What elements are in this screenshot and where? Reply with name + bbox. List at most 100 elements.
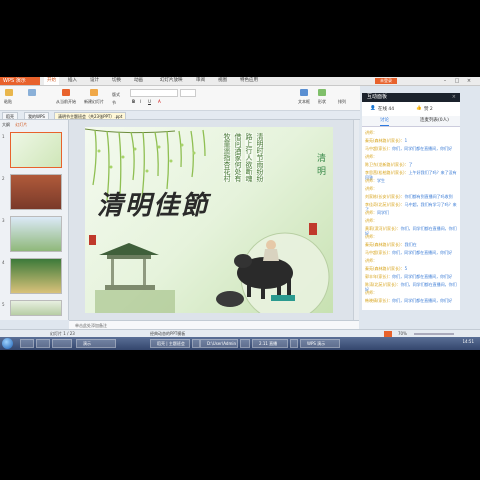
menu-tab-slideshow[interactable]: 幻灯片放映 bbox=[160, 77, 183, 85]
menu-tab-home[interactable]: 开始 bbox=[44, 77, 59, 85]
slide-thumbnail-3[interactable] bbox=[10, 216, 62, 252]
slide-editing-area: 清明佳節 清明时节雨纷纷 路上行人欲断魂 借问酒家何处有 牧童遥指杏花村 清明 bbox=[69, 120, 359, 320]
new-slide-button[interactable]: 新建幻灯片 bbox=[84, 99, 104, 105]
underline-icon[interactable]: U bbox=[148, 99, 151, 104]
bold-icon[interactable]: B bbox=[132, 99, 135, 104]
chat-username: 陈卫东(龙新路)/(家长)： bbox=[365, 162, 409, 167]
chat-text: 1 bbox=[404, 138, 408, 143]
panel-stats: 👤 在线 44 👍 赞 2 bbox=[362, 102, 460, 116]
doc-tab-current[interactable]: 清明节主题班会（共23张PPT）.ppt bbox=[54, 112, 127, 119]
italic-icon[interactable]: I bbox=[140, 99, 141, 104]
layout-button[interactable]: 版式 bbox=[112, 92, 120, 98]
shape-button[interactable]: 形状 bbox=[318, 99, 326, 105]
tab-outline[interactable]: 大纲 bbox=[2, 122, 10, 127]
thumbs-up-icon[interactable]: 👍 bbox=[416, 106, 422, 111]
font-color-icon[interactable]: A bbox=[158, 99, 161, 104]
document-tabs: 稻壳 我的WPS 清明节主题班会（共23张PPT）.ppt bbox=[0, 111, 360, 120]
minimize-icon[interactable]: – bbox=[440, 77, 450, 85]
slide-number: 4 bbox=[2, 260, 5, 265]
interactive-panel: 互动面板 × 👤 在线 44 👍 赞 2 讨论 连麦列表(0人) 讲师： 秦苑(森… bbox=[362, 93, 460, 310]
menu-tab-design[interactable]: 设计 bbox=[90, 77, 99, 85]
taskbar-item[interactable] bbox=[36, 339, 50, 348]
play-from-current-icon[interactable] bbox=[62, 89, 70, 96]
slide-thumbnail-1[interactable] bbox=[10, 132, 62, 168]
chat-text: 你们，同学们都在直播间，你们好 bbox=[392, 274, 453, 279]
taskbar-item[interactable]: 演示 bbox=[76, 339, 116, 348]
chat-text: 同学们 bbox=[377, 210, 389, 215]
login-button[interactable]: 未登录 bbox=[375, 78, 397, 84]
taskbar-item[interactable] bbox=[52, 339, 72, 348]
menu-tab-animation[interactable]: 动画 bbox=[134, 77, 143, 85]
doc-tab-mywps[interactable]: 我的WPS bbox=[24, 112, 49, 119]
chat-username: 讲师： bbox=[365, 178, 377, 183]
vertical-scrollbar[interactable] bbox=[353, 120, 359, 320]
taskbar-item[interactable]: 2.11 直播 bbox=[252, 339, 288, 348]
notes-pane[interactable]: 单击此处添加备注 bbox=[69, 320, 359, 329]
slide-calligraphy-title: 清明佳節 bbox=[97, 191, 210, 221]
from-current-button[interactable]: 从当前开始 bbox=[56, 99, 76, 105]
paste-icon[interactable] bbox=[5, 89, 13, 96]
tab-slides[interactable]: 幻灯片 bbox=[15, 122, 27, 127]
taskbar-item[interactable] bbox=[290, 339, 298, 348]
red-seal-stamp bbox=[309, 223, 317, 235]
chat-message: 讲师：同学们 bbox=[365, 210, 457, 215]
taskbar-item[interactable] bbox=[20, 339, 34, 348]
chat-message: 讲师： bbox=[365, 154, 457, 159]
taskbar-item[interactable] bbox=[192, 339, 200, 348]
cut-icon[interactable] bbox=[28, 89, 36, 96]
chat-message: 讲师： bbox=[365, 218, 457, 223]
slide-thumbnail-2[interactable] bbox=[10, 174, 62, 210]
chat-username: 刘家栋(长安)/(家长)： bbox=[365, 194, 405, 199]
poem-line: 清明时节雨纷纷 bbox=[256, 133, 264, 182]
slide-thumbnail-4[interactable] bbox=[10, 258, 62, 294]
chat-text: 我们在 bbox=[404, 242, 417, 247]
close-icon[interactable]: × bbox=[464, 77, 474, 85]
chat-text: 5 bbox=[404, 266, 408, 271]
chat-message-list: 讲师： 秦苑(森林路)/(家长)：1 马中超(家长)：你们，同学们都在直播间，你们好… bbox=[362, 127, 460, 310]
font-name-select[interactable] bbox=[130, 89, 178, 97]
tab-mic-list[interactable]: 连麦列表(0人) bbox=[420, 116, 449, 126]
menu-tab-review[interactable]: 审阅 bbox=[196, 77, 205, 85]
chat-username: 黄莉(滨河)/(家长)： bbox=[365, 226, 401, 231]
panel-title: 互动面板 bbox=[362, 93, 460, 102]
chat-username: 秦苑(森林路)/(家长)： bbox=[365, 138, 405, 143]
taskbar-item[interactable]: D:\User\Admin bbox=[200, 339, 238, 348]
menu-tab-features[interactable]: 特色应用 bbox=[240, 77, 258, 85]
menu-tab-transition[interactable]: 切换 bbox=[112, 77, 121, 85]
chat-message: 陈卫东(龙新路)/(家长)：了 bbox=[365, 162, 457, 167]
paste-label[interactable]: 粘贴 bbox=[4, 99, 12, 105]
panel-close-icon[interactable]: × bbox=[452, 93, 456, 102]
arrange-button[interactable]: 排列 bbox=[338, 99, 346, 105]
tab-discussion[interactable]: 讨论 bbox=[380, 116, 389, 126]
slide-thumbnail-5[interactable] bbox=[10, 300, 62, 316]
taskbar-item[interactable] bbox=[240, 339, 250, 348]
chat-username: 讲师： bbox=[365, 258, 377, 263]
current-slide[interactable]: 清明佳節 清明时节雨纷纷 路上行人欲断魂 借问酒家何处有 牧童遥指杏花村 清明 bbox=[85, 127, 333, 313]
chat-text: 你们都有到直播间了吗收到 bbox=[404, 194, 453, 199]
chat-text: 你们，同学们都在直播间，你们好 bbox=[392, 298, 453, 303]
start-button-icon[interactable] bbox=[2, 338, 13, 349]
new-slide-icon[interactable] bbox=[90, 89, 98, 96]
section-button[interactable]: 节 bbox=[112, 100, 116, 106]
chat-username: 郭丰年(家长)： bbox=[365, 274, 393, 279]
menu-tab-view[interactable]: 视图 bbox=[218, 77, 227, 85]
chat-username: 李佳奇(北苑)/(家长)： bbox=[365, 202, 405, 207]
font-size-select[interactable] bbox=[180, 89, 196, 97]
doc-tab-daoke[interactable]: 稻壳 bbox=[2, 112, 18, 119]
taskbar-item[interactable]: WPS 演示 bbox=[300, 339, 340, 348]
menu-tab-insert[interactable]: 插入 bbox=[68, 77, 77, 85]
chat-message: 刘家栋(长安)/(家长)：你们都有到直播间了吗收到 bbox=[365, 194, 457, 199]
textbox-icon[interactable] bbox=[300, 89, 308, 96]
chat-message: 秦苑(森林路)/(家长)：5 bbox=[365, 266, 457, 271]
poem-line: 牧童遥指杏花村 bbox=[223, 133, 231, 182]
maximize-icon[interactable]: □ bbox=[452, 77, 462, 85]
chat-text: 学生 bbox=[377, 178, 385, 183]
shape-icon[interactable] bbox=[318, 89, 326, 96]
app-menu-button[interactable]: WPS 演示 bbox=[0, 77, 40, 85]
poem-line: 路上行人欲断魂 bbox=[245, 133, 253, 182]
slide-thumbnail-panel: 大纲 幻灯片 1 2 3 4 5 bbox=[0, 120, 69, 320]
taskbar-item[interactable]: 稻壳 | 主题班会 bbox=[150, 339, 190, 348]
chat-username: 讲师： bbox=[365, 234, 377, 239]
textbox-button[interactable]: 文本框 bbox=[298, 99, 310, 105]
zoom-slider[interactable] bbox=[414, 333, 454, 335]
